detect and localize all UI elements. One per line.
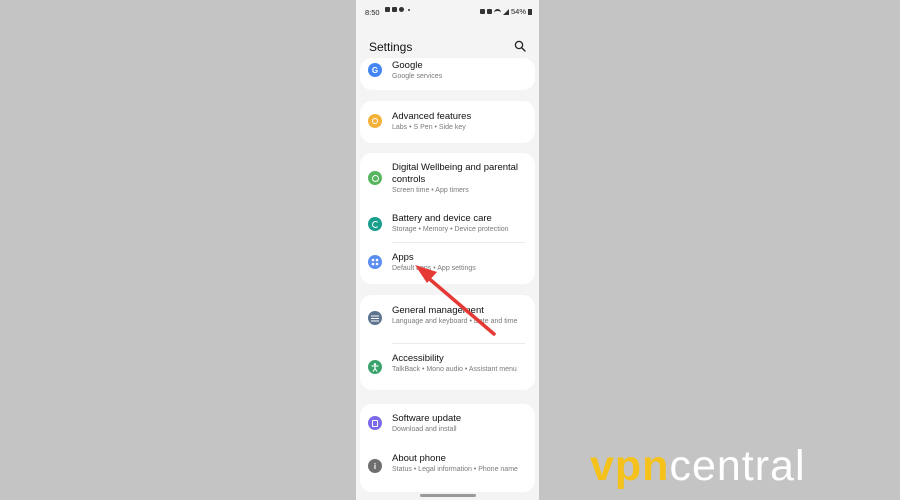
- settings-card-device: Digital Wellbeing and parental controls …: [360, 153, 535, 284]
- settings-item-general-management[interactable]: General management Language and keyboard…: [360, 295, 535, 342]
- grid-glyph: [371, 258, 379, 266]
- settings-header: Settings: [356, 34, 539, 60]
- item-title: Google: [392, 60, 423, 71]
- page-title: Settings: [369, 40, 413, 54]
- star-gear-icon: [368, 114, 382, 128]
- settings-item-advanced-features[interactable]: Advanced features Labs • S Pen • Side ke…: [360, 101, 535, 143]
- settings-item-apps[interactable]: Apps Default apps • App settings: [360, 245, 535, 281]
- item-subtitle: Status • Legal information • Phone name: [392, 466, 518, 473]
- settings-card-about: Software update Download and install i A…: [360, 404, 535, 492]
- wellbeing-icon: [368, 171, 382, 185]
- settings-item-battery[interactable]: Battery and device care Storage • Memory…: [360, 206, 535, 242]
- info-icon: i: [368, 459, 382, 473]
- item-title: About phone: [392, 453, 446, 464]
- accessibility-icon: [368, 360, 382, 374]
- list-divider: [392, 343, 525, 344]
- signal-icon: [502, 8, 509, 15]
- item-subtitle: Default apps • App settings: [392, 265, 476, 272]
- settings-item-accessibility[interactable]: Accessibility TalkBack • Mono audio • As…: [360, 345, 535, 390]
- settings-item-software-update[interactable]: Software update Download and install: [360, 404, 535, 442]
- status-time: 8:50: [365, 8, 380, 17]
- settings-item-google[interactable]: G Google Google services: [360, 58, 535, 90]
- item-subtitle: Screen time • App timers: [392, 187, 469, 194]
- message-icon: [392, 7, 397, 12]
- google-icon: G: [368, 63, 382, 77]
- status-bar: 8:50 54%: [356, 0, 539, 22]
- item-subtitle: Language and keyboard • Date and time: [392, 318, 518, 325]
- phone-screen: 8:50 54% Settings G Google Google servic…: [356, 0, 539, 500]
- item-subtitle: Google services: [392, 73, 443, 80]
- item-title: Apps: [392, 252, 414, 263]
- battery-icon: [528, 8, 532, 15]
- vpncentral-watermark: vpncentral: [590, 441, 806, 491]
- list-divider: [392, 242, 525, 243]
- sliders-icon: [368, 311, 382, 325]
- settings-item-about-phone[interactable]: i About phone Status • Legal information…: [360, 444, 535, 492]
- sliders-glyph: [371, 315, 379, 321]
- battery-percent: 54%: [510, 7, 526, 16]
- search-icon[interactable]: [514, 40, 526, 52]
- gesture-bar[interactable]: [420, 494, 476, 497]
- watermark-brand-b: central: [669, 442, 806, 490]
- device-care-icon: [368, 217, 382, 231]
- instagram-icon: [399, 7, 404, 12]
- telegram-icon: [385, 7, 390, 12]
- watermark-brand-a: vpn: [590, 442, 670, 490]
- item-subtitle: Labs • S Pen • Side key: [392, 124, 466, 131]
- settings-item-digital-wellbeing[interactable]: Digital Wellbeing and parental controls …: [360, 153, 535, 201]
- divider: [360, 242, 535, 243]
- alarm-icon: [479, 9, 485, 14]
- item-subtitle: TalkBack • Mono audio • Assistant menu: [392, 366, 517, 373]
- apps-grid-icon: [368, 255, 382, 269]
- wifi-icon: [493, 9, 501, 14]
- settings-card-system: General management Language and keyboard…: [360, 295, 535, 390]
- person-glyph: [371, 362, 379, 372]
- settings-card-google: G Google Google services: [360, 58, 535, 90]
- settings-card-advanced: Advanced features Labs • S Pen • Side ke…: [360, 101, 535, 143]
- item-title: Digital Wellbeing and parental controls: [392, 162, 519, 185]
- system-icons: 54%: [479, 7, 532, 16]
- item-subtitle: Storage • Memory • Device protection: [392, 226, 509, 233]
- item-title: Battery and device care: [392, 213, 492, 224]
- item-title: General management: [392, 305, 484, 316]
- item-title: Advanced features: [392, 111, 472, 122]
- item-title: Software update: [392, 413, 462, 424]
- item-title: Accessibility: [392, 353, 444, 364]
- update-icon: [368, 416, 382, 430]
- more-dot-icon: [408, 8, 410, 11]
- item-subtitle: Download and install: [392, 426, 457, 433]
- divider: [360, 343, 535, 344]
- mute-icon: [486, 9, 492, 14]
- notification-icons: [385, 7, 410, 12]
